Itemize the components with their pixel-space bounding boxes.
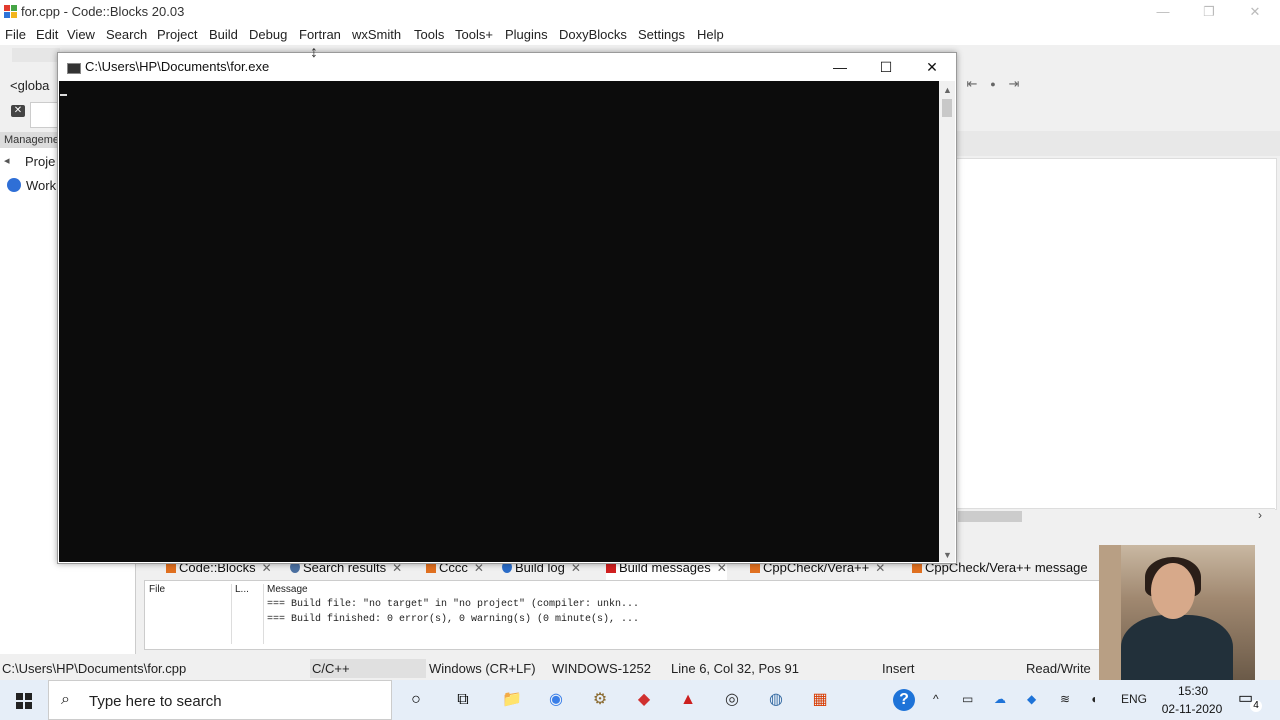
menu-tools[interactable]: Tools xyxy=(414,27,444,42)
menu-settings[interactable]: Settings xyxy=(638,27,685,42)
obs-icon[interactable]: ◎ xyxy=(720,688,744,712)
restore-button[interactable]: ❐ xyxy=(1186,0,1232,24)
app-icon[interactable]: ⚙ xyxy=(588,688,612,712)
status-file-path: C:\Users\HP\Documents\for.cpp xyxy=(2,661,187,676)
chrome-icon[interactable]: ◉ xyxy=(544,688,568,712)
status-bar: C:\Users\HP\Documents\for.cpp C/C++ Wind… xyxy=(0,658,1280,680)
status-cursor-position: Line 6, Col 32, Pos 91 xyxy=(671,661,799,676)
acrobat-icon[interactable]: ▲ xyxy=(676,688,700,712)
menu-project[interactable]: Project xyxy=(157,27,197,42)
minimize-button[interactable]: — xyxy=(1140,0,1186,24)
scrollbar-thumb[interactable] xyxy=(958,511,1022,522)
menu-wxsmith[interactable]: wxSmith xyxy=(352,27,401,42)
column-header-line[interactable]: L... xyxy=(235,584,249,595)
notifications-icon[interactable]: ▭ 4 xyxy=(1238,688,1262,712)
status-access: Read/Write xyxy=(1026,661,1091,676)
global-scope-combo[interactable]: <globa xyxy=(10,78,58,98)
menu-doxyblocks[interactable]: DoxyBlocks xyxy=(559,27,627,42)
taskbar-search-box[interactable]: ⌕ Type here to search xyxy=(48,680,392,720)
menu-view[interactable]: View xyxy=(67,27,95,42)
app-title-bar: for.cpp - Code::Blocks 20.03 — ❐ ✕ xyxy=(0,0,1280,24)
language-indicator[interactable]: ENG xyxy=(1121,692,1147,706)
start-button[interactable] xyxy=(0,680,48,720)
menu-tools-plus[interactable]: Tools+ xyxy=(455,27,493,42)
workspace-icon xyxy=(7,178,21,192)
editor-area[interactable] xyxy=(955,158,1277,510)
jump-forward-icon[interactable]: ⇥ xyxy=(1006,76,1022,92)
menu-debug[interactable]: Debug xyxy=(249,27,287,42)
close-button[interactable]: ✕ xyxy=(1232,0,1278,24)
build-messages-list[interactable]: File L... Message === Build file: "no ta… xyxy=(144,580,1101,650)
clock-time[interactable]: 15:30 xyxy=(1158,684,1228,698)
windows-logo-icon xyxy=(16,693,32,709)
clock-date[interactable]: 02-11-2020 xyxy=(1152,702,1232,716)
jump-back-icon[interactable]: ⇤ xyxy=(964,76,980,92)
console-minimize-button[interactable]: — xyxy=(817,53,863,81)
tab-projects[interactable]: Proje xyxy=(25,154,55,169)
cortana-icon[interactable]: ○ xyxy=(404,688,428,712)
app-icon[interactable]: ◍ xyxy=(764,688,788,712)
scroll-up-icon[interactable]: ▲ xyxy=(943,85,952,95)
menu-file[interactable]: File xyxy=(5,27,26,42)
console-cursor xyxy=(60,94,67,96)
status-language: C/C++ xyxy=(312,661,350,676)
search-icon: ⌕ xyxy=(61,691,70,708)
menu-edit[interactable]: Edit xyxy=(36,27,58,42)
console-scrollbar[interactable]: ▲ ▼ xyxy=(939,81,955,562)
app-title: for.cpp - Code::Blocks 20.03 xyxy=(21,4,185,19)
task-view-icon[interactable]: ⧉ xyxy=(451,688,475,712)
status-eol: Windows (CR+LF) xyxy=(429,661,536,676)
console-icon xyxy=(67,63,81,74)
column-divider xyxy=(231,584,232,644)
scroll-down-icon[interactable]: ▼ xyxy=(943,550,952,560)
dropbox-icon[interactable]: ◆ xyxy=(1027,692,1036,706)
column-divider xyxy=(263,584,264,644)
tab-scroll-left-icon[interactable]: ◂ xyxy=(4,154,10,167)
toolbar-input[interactable] xyxy=(30,102,60,128)
console-output[interactable] xyxy=(59,81,939,562)
battery-icon[interactable]: ▭ xyxy=(962,692,973,706)
workspace-item[interactable]: Work xyxy=(26,178,56,193)
bookmark-icon[interactable]: ● xyxy=(985,76,1001,92)
log-row[interactable]: === Build file: "no target" in "no proje… xyxy=(267,599,639,610)
file-explorer-icon[interactable]: 📁 xyxy=(500,688,524,712)
taskbar: ⌕ Type here to search ○ ⧉ 📁 ◉ ⚙ ◆ ▲ ◎ ◍ … xyxy=(0,680,1280,720)
menu-fortran[interactable]: Fortran xyxy=(299,27,341,42)
menu-search[interactable]: Search xyxy=(106,27,147,42)
wifi-icon[interactable]: ≋ xyxy=(1060,692,1070,706)
tray-chevron-icon[interactable]: ^ xyxy=(933,692,939,706)
status-insert-mode: Insert xyxy=(882,661,915,676)
log-row[interactable]: === Build finished: 0 error(s), 0 warnin… xyxy=(267,614,639,625)
codeblocks-taskbar-icon[interactable]: ▦ xyxy=(808,688,832,712)
console-window[interactable]: C:\Users\HP\Documents\for.exe — ☐ ✕ ▲ ▼ xyxy=(57,52,957,564)
app-icon[interactable]: ◆ xyxy=(632,688,656,712)
column-header-file[interactable]: File xyxy=(149,584,165,595)
column-header-message[interactable]: Message xyxy=(267,584,308,595)
editor-tab-bar xyxy=(955,131,1280,156)
help-icon[interactable]: ? xyxy=(893,689,915,711)
search-placeholder: Type here to search xyxy=(89,693,222,710)
menu-plugins[interactable]: Plugins xyxy=(505,27,548,42)
scroll-right-icon[interactable]: › xyxy=(1258,508,1272,525)
console-maximize-button[interactable]: ☐ xyxy=(863,53,909,81)
toolbar-strip xyxy=(12,48,60,62)
webcam-overlay xyxy=(1099,545,1255,680)
resize-cursor-icon: ↕ xyxy=(310,44,318,61)
clear-icon[interactable]: ✕ xyxy=(11,105,25,117)
menu-help[interactable]: Help xyxy=(697,27,724,42)
console-title-bar[interactable]: C:\Users\HP\Documents\for.exe — ☐ ✕ xyxy=(58,53,956,81)
onedrive-icon[interactable]: ☁ xyxy=(994,692,1006,706)
console-title: C:\Users\HP\Documents\for.exe xyxy=(85,59,270,74)
scrollbar-thumb[interactable] xyxy=(942,99,952,117)
status-encoding: WINDOWS-1252 xyxy=(552,661,651,676)
codeblocks-logo-icon xyxy=(4,5,17,18)
menu-bar: File Edit View Search Project Build Debu… xyxy=(0,24,1280,45)
volume-icon[interactable]: ◖ xyxy=(1090,692,1097,706)
console-close-button[interactable]: ✕ xyxy=(909,53,955,81)
notification-count: 4 xyxy=(1250,700,1262,712)
menu-build[interactable]: Build xyxy=(209,27,238,42)
